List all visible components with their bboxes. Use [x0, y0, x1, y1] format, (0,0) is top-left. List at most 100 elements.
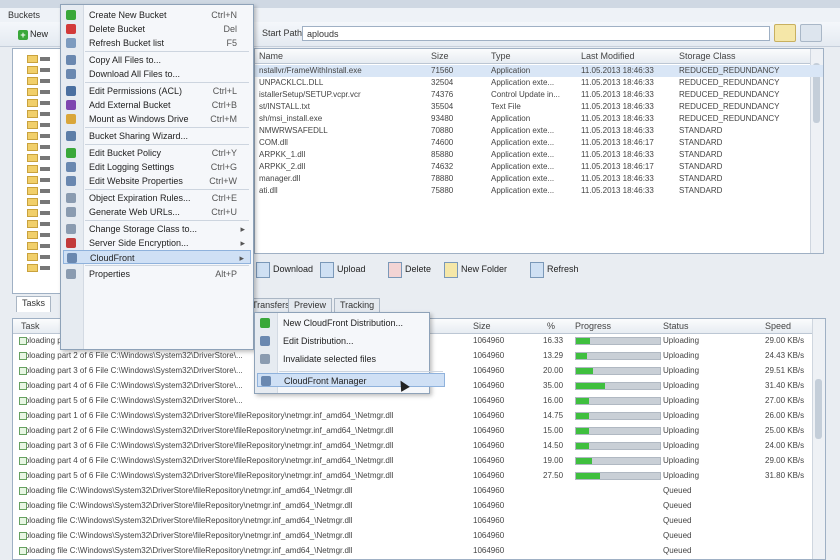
- menu-buckets[interactable]: Buckets: [0, 8, 48, 22]
- menu-item-server-side-encryption[interactable]: Server Side Encryption... ▸: [63, 236, 251, 250]
- refresh-button[interactable]: Refresh: [530, 259, 579, 279]
- menu-item-download-all-files-to[interactable]: Download All Files to...: [63, 67, 251, 81]
- obj-size: 78880: [431, 174, 454, 183]
- tab-tracking[interactable]: Tracking: [334, 298, 381, 312]
- new-button[interactable]: + New: [14, 26, 52, 42]
- menu-item-properties[interactable]: Properties Alt+P: [63, 267, 251, 281]
- tree-folder-node[interactable]: [27, 185, 53, 195]
- menu-item-edit-website-properties[interactable]: Edit Website Properties Ctrl+W: [63, 174, 251, 188]
- col-percent[interactable]: %: [547, 321, 555, 331]
- menu-item-edit-permissions-acl[interactable]: Edit Permissions (ACL) Ctrl+L: [63, 84, 251, 98]
- tree-folder-node[interactable]: [27, 97, 53, 107]
- menu-item-delete-bucket[interactable]: Delete Bucket Del: [63, 22, 251, 36]
- tree-folder-node[interactable]: [27, 196, 53, 206]
- table-row[interactable]: ARPKK_1.dll 85880 Application exte... 11.05…: [255, 149, 823, 161]
- col-name[interactable]: Name: [259, 51, 283, 61]
- col-modified[interactable]: Last Modified: [581, 51, 635, 61]
- table-row[interactable]: Uploading part 4 of 6 File C:\Windows\Sy…: [13, 455, 825, 467]
- col-speed[interactable]: Speed: [765, 321, 791, 331]
- tree-folder-node[interactable]: [27, 240, 53, 250]
- table-row[interactable]: Uploading part 3 of 6 File C:\Windows\Sy…: [13, 440, 825, 452]
- tree-folder-node[interactable]: [27, 75, 53, 85]
- tree-folder-node[interactable]: [27, 152, 53, 162]
- table-row[interactable]: manager.dll 78880 Application exte... 11.05…: [255, 173, 823, 185]
- tree-folder-node[interactable]: [27, 229, 53, 239]
- table-row[interactable]: Uploading part 5 of 6 File C:\Windows\Sy…: [13, 470, 825, 482]
- transfer-task-label: Uploading file C:\Windows\System32\Drive…: [19, 516, 353, 525]
- table-row[interactable]: Uploading file C:\Windows\System32\Drive…: [13, 515, 825, 527]
- menu-item-cloudfront[interactable]: CloudFront ▸: [63, 250, 251, 264]
- menu-item-bucket-sharing-wizard[interactable]: Bucket Sharing Wizard...: [63, 129, 251, 143]
- table-row[interactable]: nstallvr/FrameWithInstall.exe 71560 Applic…: [255, 65, 823, 77]
- col-task[interactable]: Task: [21, 321, 40, 331]
- tree-folder-node[interactable]: [27, 251, 53, 261]
- table-row[interactable]: NMWRWSAFEDLL 70880 Application exte... 11.0…: [255, 125, 823, 137]
- menu-item-new-cloudfront-distribution[interactable]: New CloudFront Distribution...: [257, 316, 445, 330]
- transfer-size: 1064960: [473, 336, 505, 345]
- table-row[interactable]: COM.dll 74600 Application exte... 11.05.201…: [255, 137, 823, 149]
- object-list[interactable]: Name Size Type Last Modified Storage Cla…: [254, 48, 824, 254]
- tree-folder-node[interactable]: [27, 86, 53, 96]
- col-type[interactable]: Type: [491, 51, 511, 61]
- table-row[interactable]: istallerSetup/SETUP.vcpr.vcr 74376 Control…: [255, 89, 823, 101]
- obj-name: COM.dll: [259, 138, 288, 147]
- table-row[interactable]: Uploading file C:\Windows\System32\Drive…: [13, 530, 825, 542]
- table-row[interactable]: Uploading part 1 of 6 File C:\Windows\Sy…: [13, 410, 825, 422]
- menu-item-edit-bucket-policy[interactable]: Edit Bucket Policy Ctrl+Y: [63, 146, 251, 160]
- transfer-status-icon: [19, 442, 27, 450]
- transfer-task: Uploading part 1 of 6 File C:\Windows\Sy…: [19, 411, 467, 420]
- menu-item-object-expiration-rules[interactable]: Object Expiration Rules... Ctrl+E: [63, 191, 251, 205]
- tab-preview[interactable]: Preview: [288, 298, 333, 312]
- menu-item-edit-distribution[interactable]: Edit Distribution...: [257, 334, 445, 348]
- col-size[interactable]: Size: [473, 321, 491, 331]
- menu-item-mount-as-windows-drive[interactable]: Mount as Windows Drive Ctrl+M: [63, 112, 251, 126]
- menu-item-cloudfront-manager[interactable]: CloudFront Manager: [257, 373, 445, 387]
- table-row[interactable]: st/INSTALL.txt 35504 Text File 11.05.2013 1…: [255, 101, 823, 113]
- col-size[interactable]: Size: [431, 51, 449, 61]
- transfer-size: 1064960: [473, 531, 505, 540]
- browse-folder-button[interactable]: [774, 24, 796, 42]
- tree-folder-node[interactable]: [27, 119, 53, 129]
- tree-folder-node[interactable]: [27, 218, 53, 228]
- transfer-status-icon: [19, 502, 27, 510]
- table-row[interactable]: Uploading file C:\Windows\System32\Drive…: [13, 485, 825, 497]
- tree-folder-node[interactable]: [27, 108, 53, 118]
- new-folder-button[interactable]: New Folder: [444, 259, 507, 279]
- obj-type: Application exte...: [491, 126, 555, 135]
- menu-item-refresh-bucket-list[interactable]: Refresh Bucket list F5: [63, 36, 251, 50]
- table-row[interactable]: Uploading file C:\Windows\System32\Drive…: [13, 500, 825, 512]
- tree-folder-node[interactable]: [27, 174, 53, 184]
- menu-item-invalidate-selected-files[interactable]: Invalidate selected files: [257, 352, 445, 366]
- table-row[interactable]: Uploading part 2 of 6 File C:\Windows\Sy…: [13, 425, 825, 437]
- table-row[interactable]: sh/msi_install.exe 93480 Application 11.05.…: [255, 113, 823, 125]
- obj-name: manager.dll: [259, 174, 301, 183]
- table-row[interactable]: ARPKK_2.dll 74632 Application exte... 11.05…: [255, 161, 823, 173]
- tree-folder-node[interactable]: [27, 141, 53, 151]
- tree-folder-node[interactable]: [27, 207, 53, 217]
- menu-item-generate-web-urls[interactable]: Generate Web URLs... Ctrl+U: [63, 205, 251, 219]
- download-button[interactable]: Download: [256, 259, 313, 279]
- tab-tasks[interactable]: Tasks: [16, 296, 52, 312]
- tree-folder-node[interactable]: [27, 163, 53, 173]
- menu-item-create-new-bucket[interactable]: Create New Bucket Ctrl+N: [63, 8, 251, 22]
- upload-button[interactable]: Upload: [320, 259, 366, 279]
- col-storage[interactable]: Storage Class: [679, 51, 736, 61]
- table-row[interactable]: ati.dll 75880 Application exte... 11.05.201…: [255, 185, 823, 197]
- view-toggle-button[interactable]: [800, 24, 822, 42]
- tree-folder-node[interactable]: [27, 64, 53, 74]
- menu-item-add-external-bucket[interactable]: Add External Bucket Ctrl+B: [63, 98, 251, 112]
- table-row[interactable]: Uploading file C:\Windows\System32\Drive…: [13, 545, 825, 557]
- tree-folder-node[interactable]: [27, 130, 53, 140]
- address-input[interactable]: aplouds: [302, 26, 770, 41]
- menu-item-copy-all-files-to[interactable]: Copy All Files to...: [63, 53, 251, 67]
- col-progress[interactable]: Progress: [575, 321, 611, 331]
- col-status[interactable]: Status: [663, 321, 689, 331]
- table-row[interactable]: Uploading part 5 of 6 File C:\Windows\Sy…: [13, 395, 825, 407]
- delete-button[interactable]: Delete: [388, 259, 431, 279]
- tree-folder-node[interactable]: [27, 53, 53, 63]
- table-row[interactable]: UNPACKLCL.DLL 32504 Application exte... 11.…: [255, 77, 823, 89]
- tree-folder-node[interactable]: [27, 262, 53, 272]
- menu-item-change-storage-class-to[interactable]: Change Storage Class to... ▸: [63, 222, 251, 236]
- chevron-right-icon: ▸: [240, 224, 245, 234]
- menu-item-edit-logging-settings[interactable]: Edit Logging Settings Ctrl+G: [63, 160, 251, 174]
